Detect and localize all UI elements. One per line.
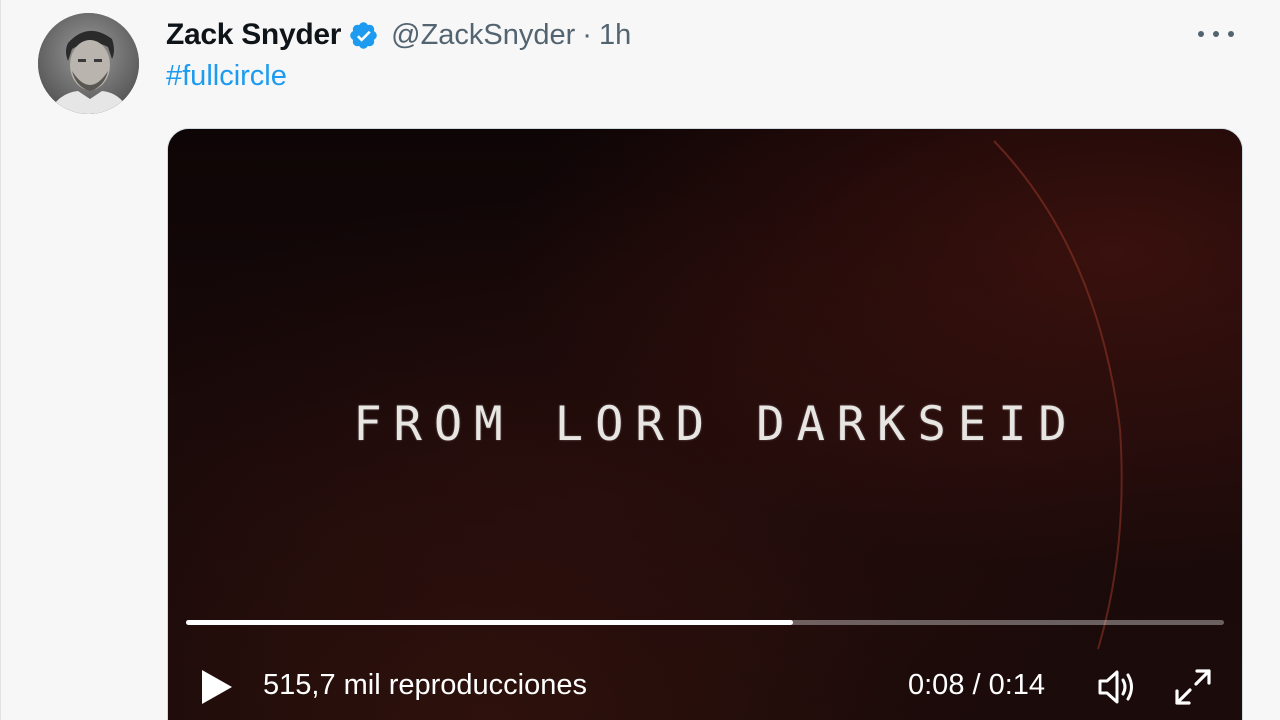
- video-overlay-text: FROM LORD DARKSEID: [353, 397, 1079, 452]
- tweet: Zack Snyder @ZackSnyder · 1h #fullcircle…: [0, 0, 1280, 720]
- video-controls: 515,7 mil reproducciones 0:08 / 0:14: [168, 659, 1242, 715]
- avatar[interactable]: [38, 13, 139, 114]
- more-dot-icon: [1198, 31, 1204, 37]
- play-icon: [202, 670, 232, 704]
- tweet-header: Zack Snyder @ZackSnyder · 1h: [166, 14, 631, 56]
- volume-icon: [1098, 670, 1133, 704]
- more-options-button[interactable]: [1198, 24, 1234, 44]
- fullscreen-icon: [1175, 669, 1211, 705]
- video-player[interactable]: FROM LORD DARKSEID 515,7 mil reproduccio…: [167, 128, 1243, 720]
- tweet-timestamp[interactable]: 1h: [599, 19, 631, 52]
- separator-dot: ·: [582, 18, 592, 51]
- video-timecode: 0:08 / 0:14: [908, 669, 1046, 701]
- volume-button[interactable]: [1096, 667, 1138, 707]
- more-dot-icon: [1213, 31, 1219, 37]
- view-count: 515,7 mil reproducciones: [263, 669, 588, 701]
- display-name[interactable]: Zack Snyder: [166, 18, 341, 52]
- more-dot-icon: [1228, 31, 1234, 37]
- verified-badge-icon: [348, 20, 379, 51]
- fullscreen-button[interactable]: [1173, 667, 1213, 707]
- video-progress-bar[interactable]: [186, 620, 1224, 625]
- avatar-photo: [38, 13, 139, 114]
- author-handle[interactable]: @ZackSnyder: [391, 19, 575, 52]
- hashtag-link[interactable]: #fullcircle: [166, 60, 287, 93]
- play-button[interactable]: [200, 668, 234, 706]
- video-progress-fill: [186, 620, 794, 625]
